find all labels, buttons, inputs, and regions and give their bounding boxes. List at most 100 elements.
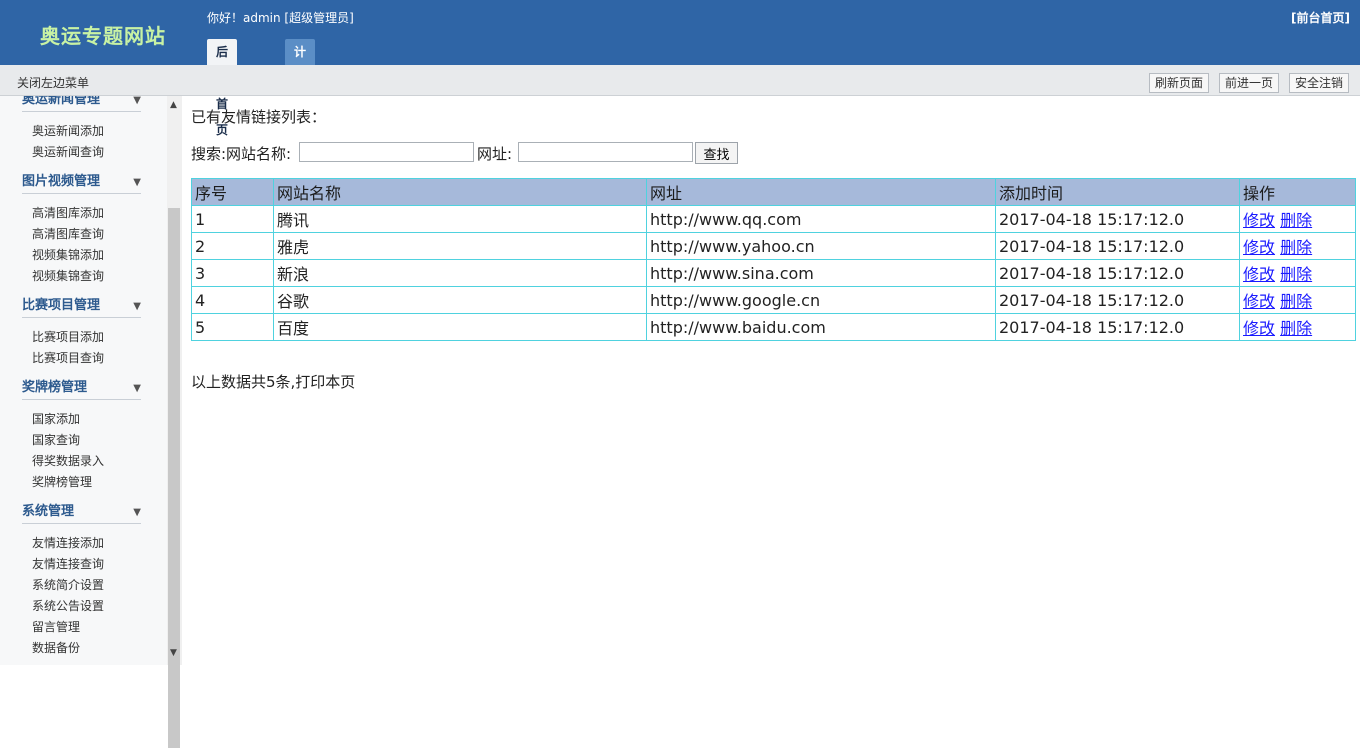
top-header: 奥运专题网站 你好！admin [超级管理员] [前台首页] 后台首页 计算器: [0, 0, 1360, 137]
sidebar-group-title[interactable]: 奥运新闻管理 ▼: [22, 96, 141, 112]
cell-actions: 修改 删除: [1239, 205, 1356, 233]
sidebar-group-events: 比赛项目管理 ▼ 比赛项目添加 比赛项目查询: [22, 296, 141, 369]
cell-site-name: 百度: [273, 313, 647, 341]
edit-link[interactable]: 修改: [1243, 238, 1275, 257]
delete-link[interactable]: 删除: [1280, 238, 1312, 257]
cell-id: 2: [191, 232, 274, 260]
cell-site-name: 腾讯: [273, 205, 647, 233]
sidebar-item-news-add[interactable]: 奥运新闻添加: [32, 121, 141, 142]
site-name-input[interactable]: [299, 142, 474, 162]
cell-id: 4: [191, 286, 274, 314]
cell-time: 2017-04-18 15:17:12.0: [995, 259, 1240, 287]
page-title: 已有友情链接列表：: [191, 108, 327, 126]
sidebar-item-intro-settings[interactable]: 系统简介设置: [32, 575, 141, 596]
toolbar: 关闭左边菜单 刷新页面 前进一页 安全注销: [0, 65, 1360, 96]
cell-site-name: 谷歌: [273, 286, 647, 314]
sidebar-scrollbar[interactable]: ▲ ▼: [167, 96, 182, 748]
column-header: 操作: [1239, 178, 1356, 206]
sidebar-group-title[interactable]: 比赛项目管理 ▼: [22, 296, 141, 318]
site-name-label: 搜索:网站名称:: [191, 145, 292, 163]
sidebar-group-label: 奖牌榜管理: [22, 380, 88, 395]
sidebar-group-title[interactable]: 图片视频管理 ▼: [22, 172, 141, 194]
delete-link[interactable]: 删除: [1280, 265, 1312, 284]
sidebar-group-system: 系统管理 ▼ 友情连接添加 友情连接查询 系统简介设置 系统公告设置 留言管理 …: [22, 502, 141, 659]
column-header: 网址: [646, 178, 996, 206]
cell-actions: 修改 删除: [1239, 232, 1356, 260]
links-table: 序号 网站名称 网址 添加时间 操作 1 腾讯 http://www.qq.co…: [191, 178, 1356, 341]
cell-id: 1: [191, 205, 274, 233]
column-header: 添加时间: [995, 178, 1240, 206]
cell-url: http://www.baidu.com: [646, 313, 996, 341]
cell-url: http://www.sina.com: [646, 259, 996, 287]
sidebar-item-event-add[interactable]: 比赛项目添加: [32, 327, 141, 348]
delete-link[interactable]: 删除: [1280, 319, 1312, 338]
delete-link[interactable]: 删除: [1280, 211, 1312, 230]
cell-id: 3: [191, 259, 274, 287]
sidebar-item-link-query[interactable]: 友情连接查询: [32, 554, 141, 575]
sidebar-item-award-entry[interactable]: 得奖数据录入: [32, 451, 141, 472]
table-row: 4 谷歌 http://www.google.cn 2017-04-18 15:…: [191, 286, 1356, 314]
sidebar-group-label: 奥运新闻管理: [22, 96, 101, 107]
close-left-menu-link[interactable]: 关闭左边菜单: [17, 74, 89, 91]
sidebar-item-country-add[interactable]: 国家添加: [32, 409, 141, 430]
sidebar-item-messages[interactable]: 留言管理: [32, 617, 141, 638]
sidebar-group-title[interactable]: 系统管理 ▼: [22, 502, 141, 524]
scrollbar-thumb[interactable]: [168, 208, 180, 748]
delete-link[interactable]: 删除: [1280, 292, 1312, 311]
table-row: 2 雅虎 http://www.yahoo.cn 2017-04-18 15:1…: [191, 232, 1356, 260]
tab-calculator[interactable]: 计算器: [285, 39, 316, 111]
record-summary: 以上数据共5条,打印本页: [191, 373, 356, 391]
chevron-down-icon: ▼: [133, 301, 141, 312]
sidebar-item-video-add[interactable]: 视频集锦添加: [32, 245, 141, 266]
cell-url: http://www.qq.com: [646, 205, 996, 233]
sidebar-group-label: 系统管理: [22, 504, 75, 519]
edit-link[interactable]: 修改: [1243, 265, 1275, 284]
chevron-down-icon: ▼: [133, 96, 141, 106]
search-button[interactable]: 查找: [695, 142, 738, 164]
cell-time: 2017-04-18 15:17:12.0: [995, 205, 1240, 233]
refresh-page-button[interactable]: 刷新页面: [1149, 73, 1210, 93]
sidebar-item-gallery-add[interactable]: 高清图库添加: [32, 203, 141, 224]
sidebar-item-medal-board[interactable]: 奖牌榜管理: [32, 472, 141, 493]
sidebar-group-media: 图片视频管理 ▼ 高清图库添加 高清图库查询 视频集锦添加 视频集锦查询: [22, 172, 141, 287]
edit-link[interactable]: 修改: [1243, 292, 1275, 311]
sidebar-group-medals: 奖牌榜管理 ▼ 国家添加 国家查询 得奖数据录入 奖牌榜管理: [22, 378, 141, 493]
table-row: 1 腾讯 http://www.qq.com 2017-04-18 15:17:…: [191, 205, 1356, 233]
sidebar-item-event-query[interactable]: 比赛项目查询: [32, 348, 141, 369]
chevron-down-icon: ▼: [133, 177, 141, 188]
logout-button[interactable]: 安全注销: [1289, 73, 1350, 93]
cell-time: 2017-04-18 15:17:12.0: [995, 313, 1240, 341]
sidebar-item-country-query[interactable]: 国家查询: [32, 430, 141, 451]
tab-admin-home[interactable]: 后台首页: [207, 39, 238, 137]
cell-site-name: 新浪: [273, 259, 647, 287]
front-page-link[interactable]: [前台首页]: [1291, 9, 1350, 26]
table-row: 5 百度 http://www.baidu.com 2017-04-18 15:…: [191, 313, 1356, 341]
sidebar-item-video-query[interactable]: 视频集锦查询: [32, 266, 141, 287]
chevron-down-icon: ▼: [133, 383, 141, 394]
sidebar-group-title[interactable]: 奖牌榜管理 ▼: [22, 378, 141, 400]
sidebar: 奥运新闻管理 ▼ 奥运新闻添加 奥运新闻查询 图片视频管理 ▼ 高清图库添加 高…: [0, 96, 167, 665]
sidebar-item-gallery-query[interactable]: 高清图库查询: [32, 224, 141, 245]
cell-actions: 修改 删除: [1239, 259, 1356, 287]
scroll-down-arrow-icon[interactable]: ▼: [170, 648, 177, 658]
table-header-row: 序号 网站名称 网址 添加时间 操作: [191, 178, 1356, 206]
url-label: 网址:: [477, 145, 513, 163]
scroll-up-arrow-icon[interactable]: ▲: [170, 100, 177, 110]
sidebar-group-news: 奥运新闻管理 ▼ 奥运新闻添加 奥运新闻查询: [22, 96, 141, 163]
edit-link[interactable]: 修改: [1243, 319, 1275, 338]
sidebar-group-label: 图片视频管理: [22, 174, 101, 189]
sidebar-item-link-add[interactable]: 友情连接添加: [32, 533, 141, 554]
sidebar-item-backup[interactable]: 数据备份: [32, 638, 141, 659]
user-greeting: 你好！admin [超级管理员]: [207, 11, 354, 25]
cell-url: http://www.google.cn: [646, 286, 996, 314]
cell-actions: 修改 删除: [1239, 313, 1356, 341]
cell-actions: 修改 删除: [1239, 286, 1356, 314]
sidebar-item-news-query[interactable]: 奥运新闻查询: [32, 142, 141, 163]
url-input[interactable]: [518, 142, 693, 162]
column-header: 网站名称: [273, 178, 647, 206]
forward-page-button[interactable]: 前进一页: [1219, 73, 1280, 93]
cell-site-name: 雅虎: [273, 232, 647, 260]
sidebar-item-notice-settings[interactable]: 系统公告设置: [32, 596, 141, 617]
edit-link[interactable]: 修改: [1243, 211, 1275, 230]
cell-url: http://www.yahoo.cn: [646, 232, 996, 260]
